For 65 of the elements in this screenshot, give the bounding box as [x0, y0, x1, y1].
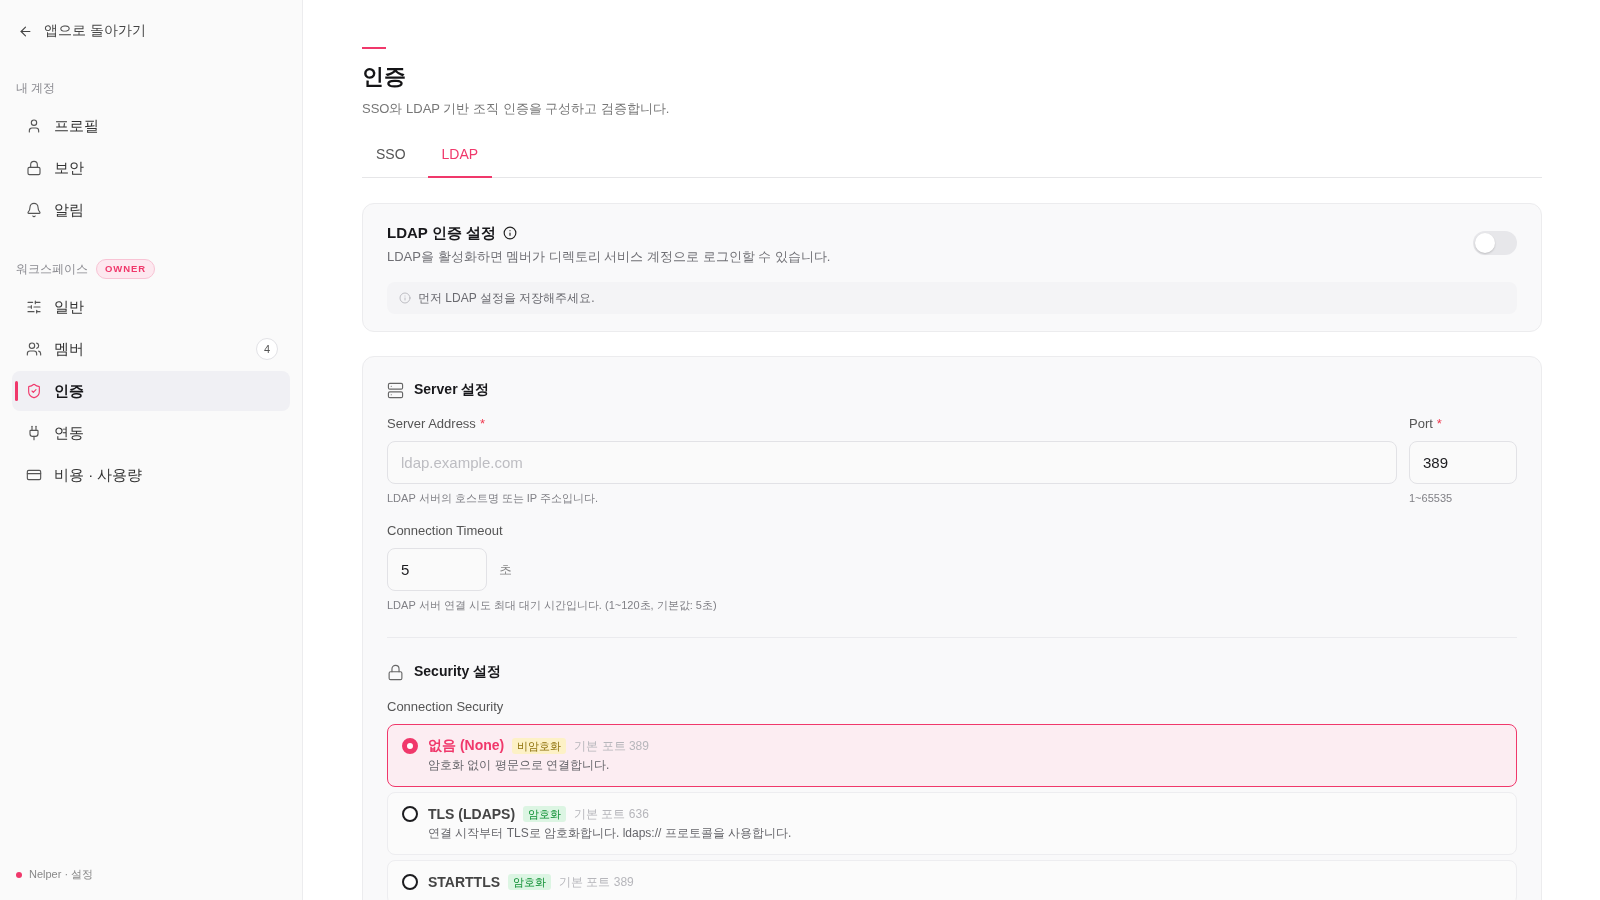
nav-item[interactable]: 보안 — [12, 148, 290, 188]
nav-item[interactable]: 인증 — [12, 371, 290, 411]
server-address-input[interactable]: ldap.example.com — [387, 441, 1397, 484]
section-title: 워크스페이스 — [16, 260, 88, 278]
field-label: Server Address * — [387, 415, 486, 433]
option-description: 암호화 없이 평문으로 연결합니다. — [428, 757, 611, 774]
security-option[interactable]: 없음 (None) 비암호화 기본 포트 389 암호화 없이 평문으로 연결합니다. — [387, 724, 1517, 787]
default-port-text: 기본 포트 389 — [574, 737, 649, 755]
encryption-tag: 비암호화 — [512, 738, 567, 754]
server-icon — [387, 381, 404, 399]
nav-item[interactable]: 비용 · 사용량 — [12, 455, 290, 495]
nav-item[interactable]: 프로필 — [12, 106, 290, 146]
tab[interactable]: LDAP — [427, 139, 493, 178]
card-description: LDAP을 활성화하면 멤버가 디렉토리 서비스 계정으로 로그인할 수 있습니다. — [387, 248, 831, 266]
users-icon — [26, 341, 42, 357]
bell-icon — [26, 202, 42, 218]
sliders-icon — [26, 299, 42, 315]
notice-text: 먼저 LDAP 설정을 저장해주세요. — [418, 289, 595, 307]
nav-item[interactable]: 알림 — [12, 190, 290, 230]
back-link[interactable]: 앱으로 돌아가기 — [12, 20, 152, 42]
nav-item[interactable]: 연동 — [12, 413, 290, 453]
security-option[interactable]: TLS (LDAPS) 암호화 기본 포트 636 연결 시작부터 TLS로 암호화합니다. ldaps:// 프로토콜을 사용합니다. — [387, 792, 1517, 855]
field-label: Connection Timeout — [387, 522, 504, 540]
section-title: Security 설정 — [414, 663, 502, 681]
option-title: 없음 (None) — [428, 737, 505, 755]
default-port-text: 기본 포트 636 — [574, 805, 649, 823]
shield-check-icon — [26, 383, 42, 399]
info-icon — [502, 226, 517, 240]
lock-icon — [26, 160, 42, 176]
default-port-text: 기본 포트 389 — [559, 873, 634, 891]
ldap-toggle[interactable] — [1473, 231, 1517, 255]
port-input[interactable]: 389 — [1409, 441, 1517, 484]
nav-item[interactable]: 멤버 4 — [12, 329, 290, 369]
encryption-tag: 암호화 — [523, 806, 567, 822]
help-text: 1~65535 — [1409, 491, 1454, 506]
unit-label: 초 — [499, 560, 512, 579]
option-description: 연결 시작부터 TLS로 암호화합니다. ldaps:// 프로토콜을 사용합니다. — [428, 825, 792, 842]
nav-item[interactable]: 일반 — [12, 287, 290, 327]
help-text: LDAP 서버 연결 시도 최대 대기 시간입니다. (1~120초, 기본값: 5초) — [387, 598, 718, 613]
card-title: LDAP 인증 설정 — [387, 223, 496, 243]
lock-icon — [387, 663, 404, 681]
radio-button[interactable] — [402, 874, 418, 890]
page-subtitle: SSO와 LDAP 기반 조직 인증을 구성하고 검증합니다. — [362, 100, 671, 118]
section-title: Server 설정 — [414, 381, 490, 399]
status-dot-icon — [16, 871, 22, 878]
security-option[interactable]: STARTTLS 암호화 기본 포트 389 — [387, 860, 1517, 900]
option-title: TLS (LDAPS) — [428, 806, 516, 822]
encryption-tag: 암호화 — [508, 874, 552, 890]
radio-button[interactable] — [402, 806, 418, 822]
footer-label: Nelper · 설정 — [29, 867, 94, 882]
radio-button[interactable] — [402, 738, 418, 754]
timeout-input[interactable]: 5 — [387, 548, 487, 591]
role-badge: OWNER — [96, 259, 155, 279]
field-label: Port * — [1409, 415, 1443, 433]
user-icon — [26, 118, 42, 134]
section-title: 내 계정 — [16, 79, 56, 97]
page-title: 인증 — [362, 63, 407, 91]
info-icon — [399, 292, 411, 304]
help-text: LDAP 서버의 호스트명 또는 IP 주소입니다. — [387, 491, 600, 506]
field-label: Connection Security — [387, 698, 505, 716]
option-title: STARTTLS — [428, 874, 501, 890]
credit-card-icon — [26, 467, 42, 483]
plug-icon — [26, 425, 42, 441]
tab[interactable]: SSO — [362, 139, 420, 178]
member-count: 4 — [256, 338, 278, 360]
